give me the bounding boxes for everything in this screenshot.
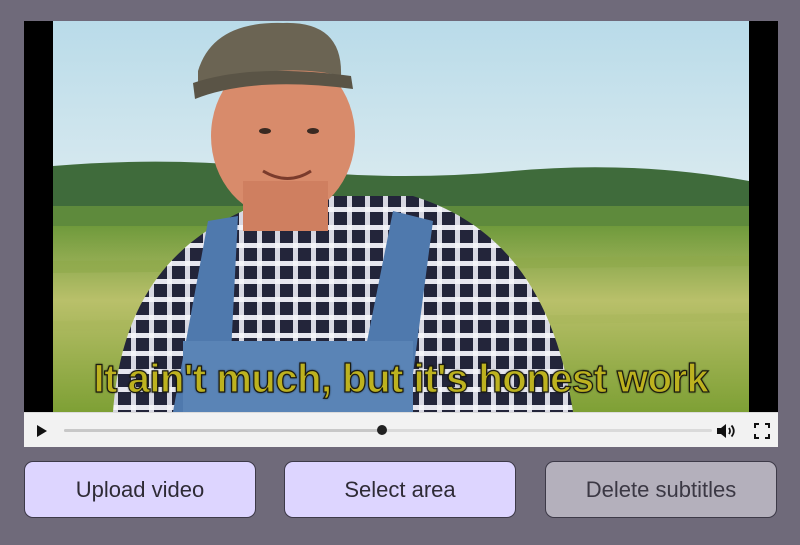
video-scene	[53, 21, 749, 412]
delete-subtitles-button[interactable]: Delete subtitles	[545, 461, 777, 518]
upload-video-button[interactable]: Upload video	[24, 461, 256, 518]
volume-icon[interactable]	[714, 413, 740, 448]
select-area-button[interactable]: Select area	[284, 461, 516, 518]
subtitle-overlay: It ain't much, but it's honest work	[93, 356, 710, 401]
play-icon[interactable]	[32, 413, 52, 448]
seek-bar-fill	[64, 429, 382, 432]
seek-bar-thumb[interactable]	[376, 425, 387, 435]
video-player: It ain't much, but it's honest work	[24, 21, 778, 447]
fullscreen-icon[interactable]	[750, 413, 774, 448]
seek-bar[interactable]	[64, 425, 712, 435]
video-frame[interactable]: It ain't much, but it's honest work	[53, 21, 749, 412]
video-controls	[24, 412, 778, 447]
